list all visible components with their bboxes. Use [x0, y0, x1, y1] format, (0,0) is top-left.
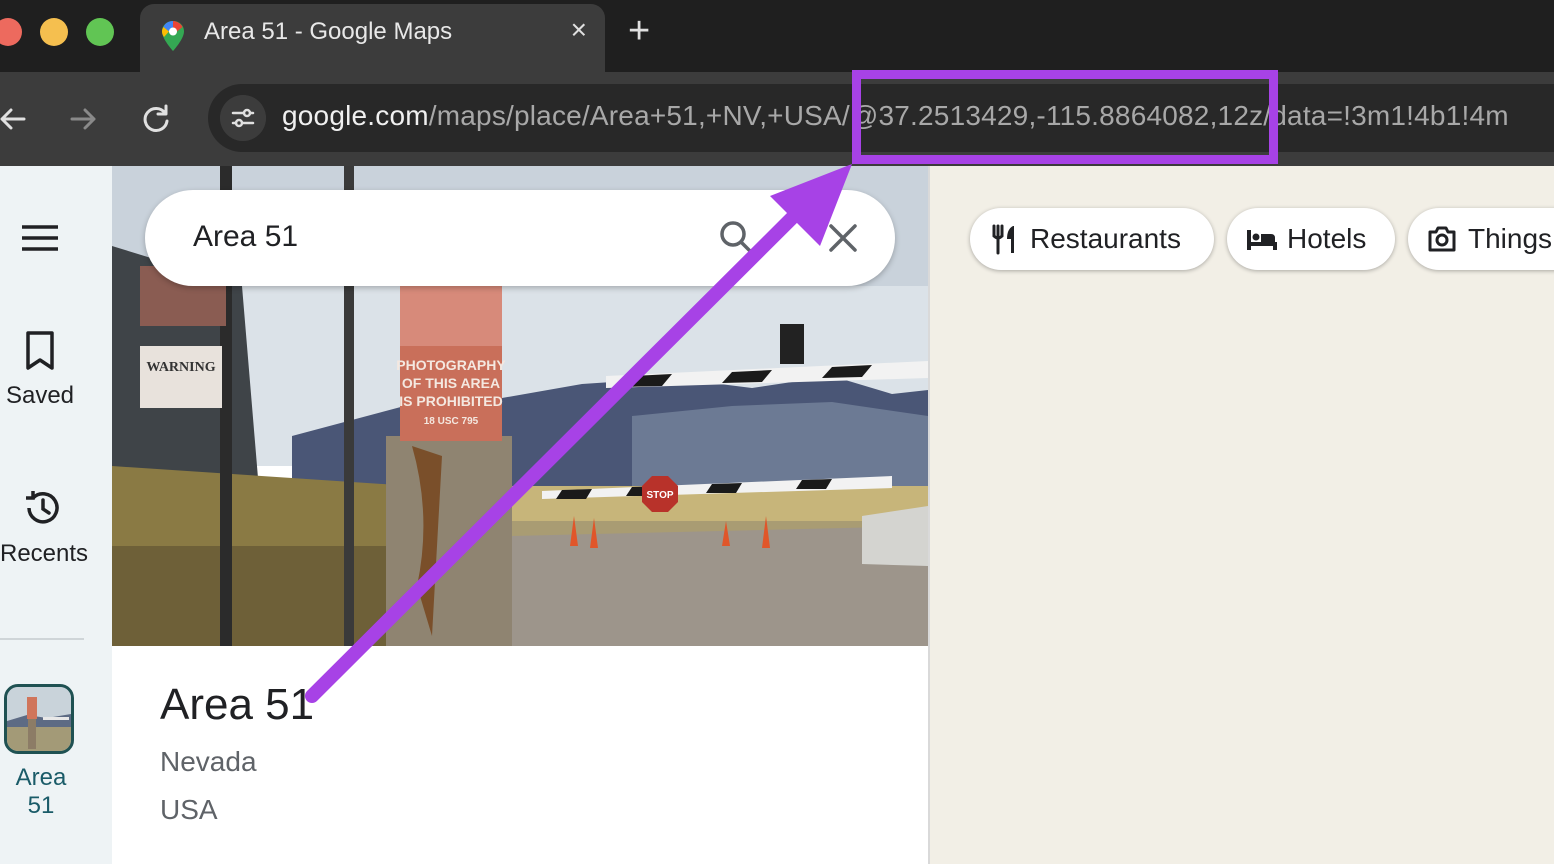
- warning-sign-text: WARNING: [146, 360, 215, 375]
- search-box[interactable]: Area 51: [145, 190, 895, 286]
- url-coordinates-highlight: [852, 70, 1278, 164]
- area-51-thumbnail-image: [7, 687, 71, 751]
- search-icon[interactable]: [715, 216, 759, 260]
- bookmark-icon: [26, 331, 54, 370]
- close-icon[interactable]: [821, 216, 865, 260]
- chip-restaurants[interactable]: Restaurants: [970, 208, 1214, 270]
- camera-icon: [1428, 226, 1456, 252]
- url-host: google.com: [282, 100, 429, 131]
- place-title: Area 51: [160, 680, 315, 729]
- photo-sign-text-2: OF THIS AREA: [402, 375, 500, 391]
- saved-label: Saved: [5, 382, 75, 409]
- stop-sign-text: STOP: [646, 490, 673, 501]
- photo-sign-text-1: PHOTOGRAPHY: [396, 357, 506, 373]
- recents-button[interactable]: Recents: [0, 488, 89, 568]
- reload-button[interactable]: [133, 96, 179, 142]
- saved-button[interactable]: Saved: [0, 330, 80, 410]
- chip-hotels-label: Hotels: [1287, 223, 1367, 254]
- fork-knife-icon: [992, 224, 1014, 255]
- maximize-window-button[interactable]: [86, 18, 114, 46]
- recent-place-label[interactable]: Area 51: [0, 764, 82, 820]
- panel-divider: [928, 166, 930, 864]
- bed-icon: [1247, 230, 1277, 250]
- rail-divider: [0, 638, 84, 640]
- chip-things-label: Things: [1468, 223, 1553, 254]
- browser-tab[interactable]: Area 51 - Google Maps ×: [140, 4, 605, 72]
- recents-label: Recents: [0, 540, 89, 567]
- history-icon: [26, 491, 59, 524]
- forward-button[interactable]: [60, 96, 106, 142]
- place-region: Nevada: [160, 746, 257, 777]
- photo-sign-text-4: 18 USC 795: [424, 416, 479, 427]
- back-button[interactable]: [0, 96, 36, 142]
- browser-tab-bar: Area 51 - Google Maps × +: [0, 0, 1554, 72]
- chip-hotels[interactable]: Hotels: [1227, 208, 1395, 270]
- close-window-button[interactable]: [0, 18, 22, 46]
- photo-sign-text-3: IS PROHIBITED: [399, 393, 502, 409]
- search-input[interactable]: Area 51: [193, 220, 298, 254]
- recent-place-thumbnail[interactable]: [4, 684, 74, 754]
- minimize-window-button[interactable]: [40, 18, 68, 46]
- browser-toolbar: google.com/maps/place/Area+51,+NV,+USA/@…: [0, 72, 1554, 166]
- chip-things[interactable]: Things: [1408, 208, 1554, 270]
- left-rail: Saved Recents Area 51: [0, 166, 112, 864]
- google-maps-icon: [162, 21, 184, 51]
- chip-restaurants-label: Restaurants: [1030, 223, 1181, 254]
- tab-close-button[interactable]: ×: [571, 16, 587, 44]
- new-tab-button[interactable]: +: [628, 12, 650, 50]
- site-info-icon[interactable]: [220, 95, 266, 141]
- tab-title: Area 51 - Google Maps: [204, 18, 453, 45]
- menu-icon[interactable]: [20, 222, 60, 254]
- place-country: USA: [160, 794, 218, 825]
